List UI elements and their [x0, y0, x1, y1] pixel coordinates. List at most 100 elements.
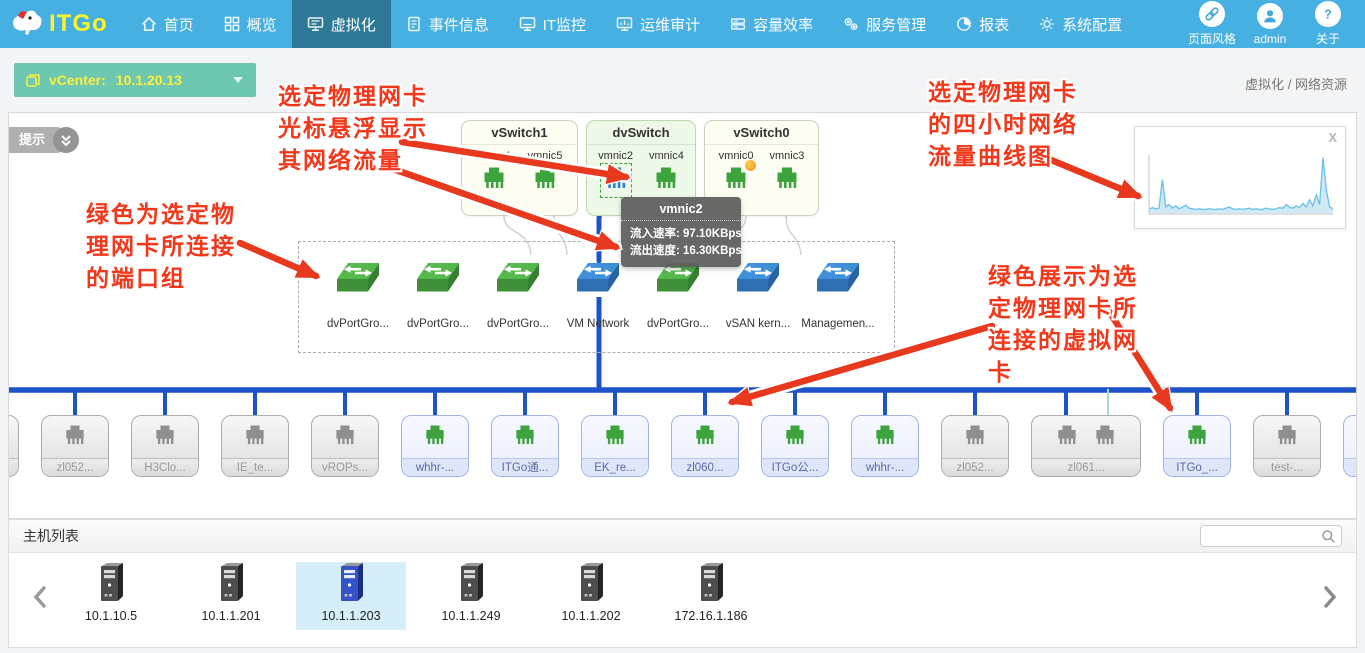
nic-card-ports: [312, 416, 378, 458]
server-icon: [176, 562, 286, 607]
nic-port-icon: [1276, 425, 1298, 450]
host-item[interactable]: 10.1.1.202: [536, 562, 646, 630]
nav-item-home[interactable]: 首页: [126, 0, 209, 48]
nav-item-system-config[interactable]: 系统配置: [1024, 0, 1137, 48]
close-icon[interactable]: X: [1328, 130, 1337, 145]
nic-card[interactable]: whhr-...: [851, 415, 919, 477]
nic-vmnic1[interactable]: vmnic1: [477, 150, 512, 196]
nic-card[interactable]: vROPs...: [311, 415, 379, 477]
vswitch-vSwitch1[interactable]: vSwitch1vmnic1vmnic5: [461, 120, 578, 216]
host-item[interactable]: 172.16.1.186: [656, 562, 766, 630]
nic-card[interactable]: zl061...: [1031, 415, 1141, 477]
nic-vmnic4[interactable]: vmnic4: [649, 150, 684, 196]
nic-card[interactable]: zl052...: [41, 415, 109, 477]
nav-right-question[interactable]: ?关于: [1299, 0, 1357, 48]
nic-card[interactable]: [8, 415, 19, 477]
nic-card-label: zl052...: [942, 458, 1008, 477]
chevron-down-icon: [233, 77, 243, 83]
nic-card[interactable]: ITGo公...: [761, 415, 829, 477]
switch-icon: [313, 261, 403, 300]
nic-card[interactable]: ITGo通...: [491, 415, 559, 477]
port-group-label: dvPortGro...: [313, 318, 403, 330]
breadcrumb-item[interactable]: 虚拟化: [1245, 77, 1284, 92]
capacity-icon: [730, 16, 746, 32]
vswitch-nic-row: vmnic2 vmnic4: [587, 150, 695, 196]
port-group-label: Managemen...: [793, 318, 883, 330]
nic-card[interactable]: EK_re...: [581, 415, 649, 477]
nic-port-icon: [1056, 425, 1078, 450]
nic-card-label: [1344, 458, 1357, 477]
bus-stub: [793, 389, 797, 417]
nic-vmnic2[interactable]: vmnic2: [598, 150, 633, 196]
nav-item-service-mgmt[interactable]: 服务管理: [828, 0, 941, 48]
nav-item-event-info[interactable]: 事件信息: [391, 0, 504, 48]
bus-stub: [1195, 389, 1199, 417]
port-group-dvPortGro[interactable]: dvPortGro...: [473, 261, 563, 330]
vswitch-nic-row: vmnic0 vmnic3: [705, 150, 818, 196]
nav-right-link[interactable]: 页面风格: [1183, 0, 1241, 48]
nic-card-label: ITGo通...: [492, 458, 558, 477]
hint-toggle[interactable]: 提示: [9, 127, 69, 153]
nav-item-capacity[interactable]: 容量效率: [715, 0, 828, 48]
server-icon: [296, 562, 406, 607]
nav-item-overview[interactable]: 概览: [209, 0, 292, 48]
bus-stub-teal: [1107, 389, 1109, 417]
nic-card[interactable]: H3Clo...: [131, 415, 199, 477]
nic-vmnic3[interactable]: vmnic3: [770, 150, 805, 196]
port-group-dvPortGro[interactable]: dvPortGro...: [393, 261, 483, 330]
nic-port-icon: [334, 425, 356, 450]
nic-card[interactable]: [1343, 415, 1357, 477]
host-item[interactable]: 10.1.1.201: [176, 562, 286, 630]
bus-stub: [883, 389, 887, 417]
search-icon[interactable]: [1321, 529, 1336, 549]
nic-card[interactable]: test-...: [1253, 415, 1321, 477]
port-group-dvPortGro[interactable]: dvPortGro...: [313, 261, 403, 330]
port-group-dvPortGro[interactable]: dvPortGro...: [633, 261, 723, 330]
nav-right-label: 页面风格: [1188, 30, 1236, 47]
nic-card-label: zl061...: [1032, 458, 1140, 477]
host-scroll-right-icon[interactable]: [1319, 585, 1341, 614]
host-item[interactable]: 10.1.10.5: [56, 562, 166, 630]
port-group-Managemen[interactable]: Managemen...: [793, 261, 883, 330]
nic-card[interactable]: whhr-...: [401, 415, 469, 477]
nic-port-icon: [602, 165, 630, 196]
app-logo[interactable]: ITGo: [0, 0, 126, 48]
host-item[interactable]: 10.1.1.249: [416, 562, 526, 630]
nic-label: vmnic2: [598, 150, 633, 162]
nic-vmnic0[interactable]: vmnic0: [719, 150, 754, 196]
annotation-line: 选定物理网卡: [928, 76, 1078, 108]
nav-item-ops-audit[interactable]: 运维审计: [601, 0, 715, 48]
host-item[interactable]: 10.1.1.203: [296, 562, 406, 630]
nic-port-icon: [784, 425, 806, 450]
port-group-VMNetwork[interactable]: VM Network: [553, 261, 643, 330]
nav-item-report[interactable]: 报表: [941, 0, 1024, 48]
nic-card[interactable]: IE_te...: [221, 415, 289, 477]
server-icon: [536, 562, 646, 607]
vswitch-title: vSwitch0: [705, 121, 818, 145]
nav-item-it-monitor[interactable]: IT监控: [504, 0, 601, 48]
nic-vmnic5[interactable]: vmnic5: [528, 150, 563, 196]
breadcrumb-item[interactable]: 网络资源: [1295, 77, 1347, 92]
nav-item-label: 服务管理: [866, 14, 926, 35]
vcenter-selector[interactable]: vCenter: 10.1.20.13: [14, 63, 256, 97]
vcenter-icon: [25, 72, 41, 88]
port-group-vSANkern[interactable]: vSAN kern...: [713, 261, 803, 330]
nav-item-virtualization[interactable]: 虚拟化: [292, 0, 391, 48]
switch-icon: [473, 261, 563, 300]
nic-label: vmnic1: [477, 150, 512, 162]
nic-label: vmnic4: [649, 150, 684, 162]
nic-card-label: zl052...: [42, 458, 108, 477]
host-scroll-left-icon[interactable]: [29, 585, 51, 614]
nav-item-label: 报表: [979, 14, 1009, 35]
app-root: ITGo 首页概览虚拟化事件信息IT监控运维审计容量效率服务管理报表系统配置 页…: [0, 0, 1365, 653]
bus-stub: [73, 389, 77, 417]
nic-card[interactable]: zl052...: [941, 415, 1009, 477]
port-group-label: dvPortGro...: [473, 318, 563, 330]
nic-card-label: H3Clo...: [132, 458, 198, 477]
double-chevron-down-icon[interactable]: [53, 127, 79, 153]
nav-right-user[interactable]: admin: [1241, 0, 1299, 48]
nic-card[interactable]: ITGo_...: [1163, 415, 1231, 477]
nic-port-icon: [722, 165, 750, 196]
bus-stub: [433, 389, 437, 417]
nic-card[interactable]: zl060...: [671, 415, 739, 477]
